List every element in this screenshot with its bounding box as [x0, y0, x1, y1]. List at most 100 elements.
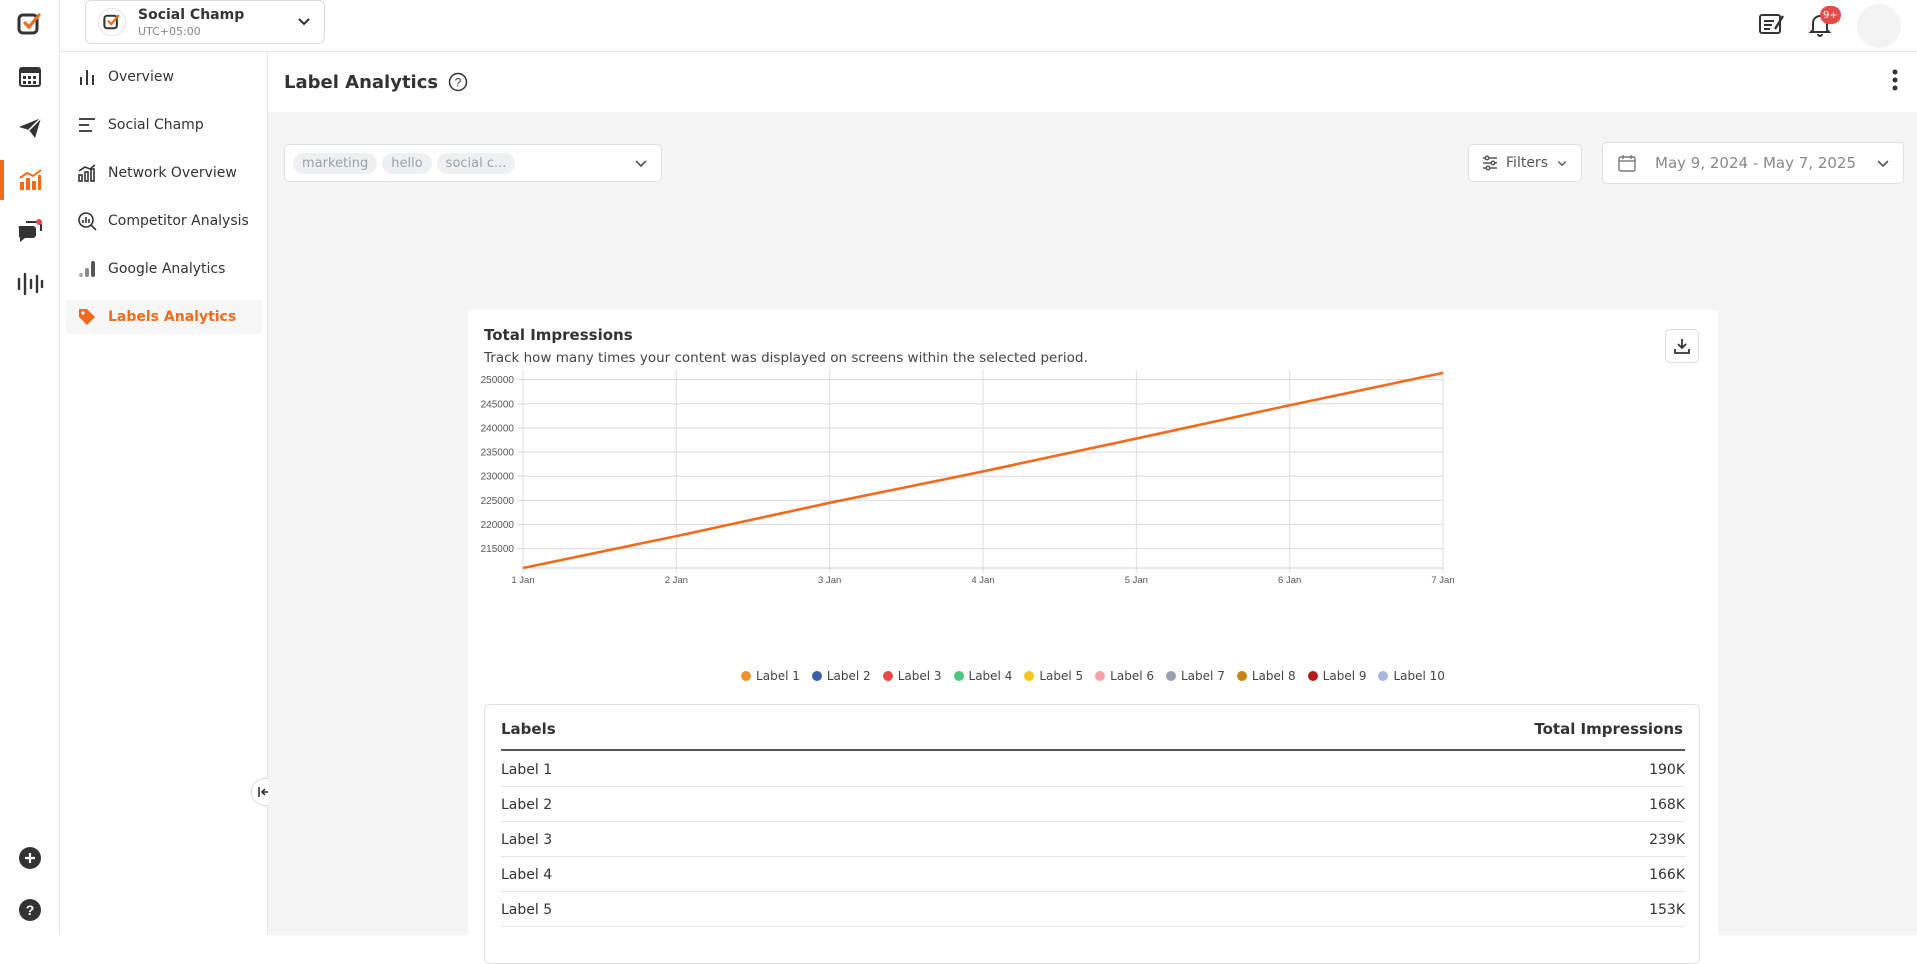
row-impressions: 168K: [1649, 797, 1685, 813]
workspace-logo-icon: [98, 8, 126, 36]
sidebar-item-google-analytics[interactable]: Google Analytics: [66, 252, 262, 286]
row-impressions: 166K: [1649, 867, 1685, 883]
table-row: Label 5 153K: [501, 892, 1685, 927]
calendar-icon[interactable]: [14, 60, 46, 92]
labels-table: Labels Total Impressions Label 1 190K Labe…: [484, 704, 1700, 964]
tag-icon: [76, 306, 98, 328]
row-impressions: 153K: [1649, 902, 1685, 918]
label-multiselect[interactable]: marketing hello social c...: [284, 144, 662, 182]
analytics-icon[interactable]: [14, 164, 46, 196]
sidebar-item-labels-analytics[interactable]: Labels Analytics: [66, 300, 262, 334]
workspace-selector[interactable]: Social Champ UTC+05:00: [85, 0, 325, 44]
y-tick-label: 240000: [481, 423, 515, 434]
table-row: Label 2 168K: [501, 787, 1685, 822]
help-question-icon[interactable]: ?: [448, 72, 468, 92]
sidebar-item-label: Google Analytics: [108, 261, 226, 277]
table-header-labels: Labels: [501, 720, 556, 738]
row-label: Label 1: [501, 762, 553, 778]
card-subtitle: Track how many times your content was di…: [484, 350, 1088, 366]
engage-chat-icon[interactable]: [14, 216, 46, 248]
legend-item[interactable]: Label 1: [741, 669, 800, 683]
download-icon: [1674, 339, 1690, 354]
legend-item[interactable]: Label 8: [1236, 669, 1296, 683]
x-tick-label: 4 Jan: [971, 575, 994, 586]
align-left-icon: [76, 114, 98, 136]
date-range-picker[interactable]: May 9, 2024 - May 7, 2025: [1602, 142, 1904, 184]
row-impressions: 239K: [1649, 832, 1685, 848]
sidebar-item-social-champ[interactable]: Social Champ: [66, 108, 262, 142]
top-bar: Social Champ UTC+05:00 9+: [60, 0, 1917, 52]
notifications-bell-icon[interactable]: 9+: [1806, 6, 1841, 40]
legend-dot: [1024, 671, 1035, 681]
chevron-down-icon: [296, 13, 312, 33]
competitor-search-icon: [76, 210, 98, 232]
row-label: Label 3: [501, 832, 553, 848]
legend-dot: [953, 671, 964, 681]
legend-item[interactable]: Label 2: [811, 669, 871, 683]
legend-label: Label 8: [1251, 669, 1296, 683]
filters-label: Filters: [1506, 155, 1548, 171]
table-header-divider: [501, 749, 1685, 751]
svg-text:?: ?: [26, 902, 35, 918]
legend-label: Label 7: [1181, 669, 1225, 683]
chevron-down-icon: [633, 155, 649, 175]
network-chart-icon: [76, 162, 98, 184]
legend-item[interactable]: Label 7: [1166, 669, 1225, 683]
label-chip[interactable]: hello: [382, 152, 432, 174]
download-button[interactable]: [1665, 329, 1699, 363]
legend-dot: [882, 671, 893, 681]
legend-item[interactable]: Label 4: [953, 669, 1012, 683]
legend-dot: [1236, 671, 1247, 681]
bar-chart-icon: [76, 66, 98, 88]
x-tick-label: 6 Jan: [1278, 575, 1301, 586]
legend-label: Label 2: [826, 669, 871, 683]
legend-dot: [1307, 671, 1318, 681]
workspace-name: Social Champ: [138, 6, 245, 23]
card-title: Total Impressions: [484, 326, 633, 344]
legend-dot: [1095, 671, 1106, 681]
legend-label: Label 1: [756, 669, 800, 683]
more-options-icon[interactable]: [1891, 68, 1899, 96]
legend-dot: [1378, 671, 1389, 681]
x-tick-label: 7 Jan: [1431, 575, 1454, 586]
app-logo-icon[interactable]: [14, 8, 46, 40]
y-tick-label: 215000: [481, 544, 515, 555]
y-tick-label: 225000: [481, 496, 515, 507]
table-header-impressions: Total Impressions: [1534, 720, 1683, 738]
notification-badge: 9+: [1820, 6, 1841, 24]
svg-text:?: ?: [455, 76, 462, 90]
listening-waveform-icon[interactable]: [14, 268, 46, 300]
publish-send-icon[interactable]: [14, 112, 46, 144]
chart-legend: Label 1 Label 2 Label 3 Label 4 Label 5 Label…: [468, 669, 1718, 683]
label-chip[interactable]: social c...: [436, 152, 516, 174]
label-chip[interactable]: marketing: [293, 152, 378, 174]
legend-label: Label 10: [1393, 669, 1445, 683]
chevron-down-icon: [1875, 155, 1891, 171]
legend-item[interactable]: Label 3: [882, 669, 942, 683]
calendar-icon: [1617, 153, 1637, 173]
sidebar-item-network-overview[interactable]: Network Overview: [66, 156, 262, 190]
legend-item[interactable]: Label 5: [1024, 669, 1083, 683]
page-title: Label Analytics: [284, 71, 439, 93]
row-label: Label 2: [501, 797, 553, 813]
sidebar-item-competitor-analysis[interactable]: Competitor Analysis: [66, 204, 262, 238]
y-tick-label: 250000: [481, 375, 515, 386]
avatar[interactable]: [1857, 4, 1901, 48]
workspace-timezone: UTC+05:00: [138, 24, 201, 38]
sidebar-item-label: Labels Analytics: [108, 309, 237, 325]
help-circle-icon[interactable]: ?: [14, 894, 46, 926]
compose-notes-icon[interactable]: [1757, 10, 1787, 40]
google-analytics-icon: [76, 258, 98, 280]
y-tick-label: 235000: [481, 448, 515, 459]
add-circle-icon[interactable]: [14, 842, 46, 874]
rail-active-indicator: [0, 160, 4, 200]
date-range-text: May 9, 2024 - May 7, 2025: [1655, 154, 1857, 172]
app-rail: ?: [0, 0, 60, 935]
total-impressions-card: Total Impressions Track how many times y…: [468, 310, 1718, 964]
x-tick-label: 5 Jan: [1125, 575, 1148, 586]
legend-item[interactable]: Label 6: [1095, 669, 1154, 683]
sidebar-item-overview[interactable]: Overview: [66, 60, 262, 94]
legend-item[interactable]: Label 10: [1378, 669, 1445, 683]
filters-button[interactable]: Filters: [1468, 144, 1582, 182]
legend-item[interactable]: Label 9: [1307, 669, 1366, 683]
